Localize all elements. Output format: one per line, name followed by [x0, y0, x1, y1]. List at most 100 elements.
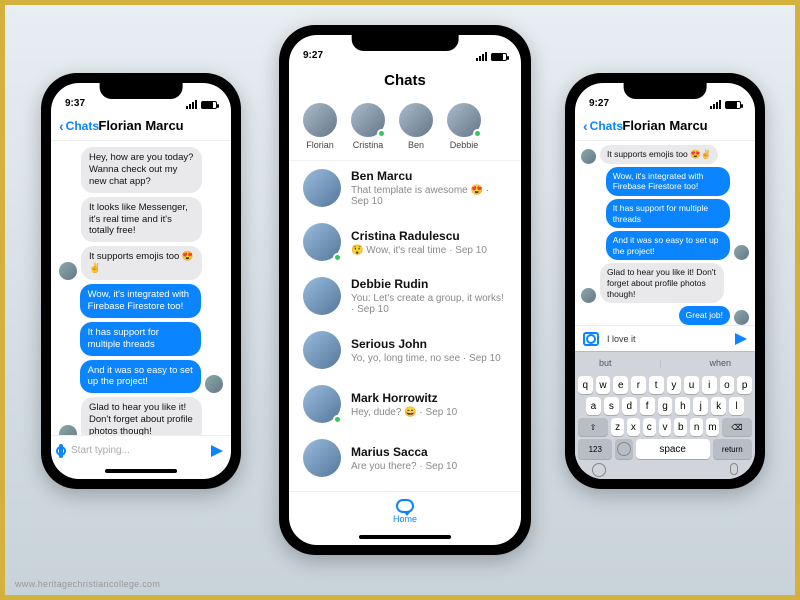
key-x[interactable]: x: [627, 418, 640, 436]
chat-list-item[interactable]: Debbie RudinYou: Let's create a group, i…: [289, 269, 521, 323]
key-q[interactable]: q: [578, 376, 593, 394]
home-indicator: [359, 535, 452, 539]
key-k[interactable]: k: [711, 397, 726, 415]
online-dot-icon: [333, 415, 342, 424]
key-r[interactable]: r: [631, 376, 646, 394]
key-d[interactable]: d: [622, 397, 637, 415]
avatar: [59, 425, 77, 435]
key-w[interactable]: w: [596, 376, 611, 394]
key-l[interactable]: l: [729, 397, 744, 415]
chat-title: Florian Marcu: [98, 118, 183, 133]
emoji-icon: [617, 442, 631, 456]
key-z[interactable]: z: [611, 418, 624, 436]
stories-row[interactable]: Florian Cristina Ben Debbie: [289, 97, 521, 161]
avatar: [447, 103, 481, 137]
message-list[interactable]: Hey, how are you today? Wanna check out …: [51, 141, 231, 435]
message-bubble[interactable]: Wow, it's integrated with Firebase Fires…: [606, 167, 730, 196]
message-bubble[interactable]: Hey, how are you today? Wanna check out …: [81, 147, 202, 193]
key-t[interactable]: t: [649, 376, 664, 394]
message-bubble[interactable]: It has support for multiple threads: [80, 322, 201, 356]
key-h[interactable]: h: [675, 397, 690, 415]
key-p[interactable]: p: [737, 376, 752, 394]
battery-icon: [201, 101, 217, 109]
chat-list-item[interactable]: Marius SaccaAre you there? · Sep 10: [289, 431, 521, 485]
chat-list-item[interactable]: Mark HorrowitzHey, dude? 😄 · Sep 10: [289, 377, 521, 431]
avatar: [581, 288, 596, 303]
message-input[interactable]: [71, 445, 203, 456]
key-e[interactable]: e: [613, 376, 628, 394]
key-s[interactable]: s: [604, 397, 619, 415]
message-input[interactable]: [607, 334, 727, 344]
message-bubble[interactable]: It looks like Messenger, it's real time …: [81, 197, 202, 243]
avatar: [734, 310, 749, 325]
emoji-icon[interactable]: [592, 463, 606, 477]
chats-list[interactable]: Ben MarcuThat template is awesome 😍 · Se…: [289, 161, 521, 491]
nav-header: Chats: [289, 63, 521, 97]
story-item[interactable]: Cristina: [351, 103, 385, 150]
story-item[interactable]: Ben: [399, 103, 433, 150]
key-v[interactable]: v: [659, 418, 672, 436]
back-button[interactable]: ‹ Chats: [59, 119, 99, 133]
avatar: [351, 103, 385, 137]
key-c[interactable]: c: [643, 418, 656, 436]
key-o[interactable]: o: [720, 376, 735, 394]
clock: 9:37: [65, 98, 85, 109]
key-i[interactable]: i: [702, 376, 717, 394]
story-name: Debbie: [450, 140, 479, 150]
suggestion[interactable]: when: [710, 358, 732, 368]
avatar: [581, 149, 596, 164]
online-dot-icon: [473, 129, 482, 138]
avatar: [303, 385, 341, 423]
avatar: [303, 223, 341, 261]
message-bubble[interactable]: Wow, it's integrated with Firebase Fires…: [80, 284, 201, 318]
message-row: Wow, it's integrated with Firebase Fires…: [59, 284, 223, 318]
clock: 9:27: [589, 98, 609, 109]
message-bubble[interactable]: It has support for multiple threads: [606, 199, 730, 228]
chat-list-item[interactable]: Ben MarcuThat template is awesome 😍 · Se…: [289, 161, 521, 215]
chat-list-item[interactable]: Cristina Radulescu😲 Wow, it's real time …: [289, 215, 521, 269]
camera-icon[interactable]: [583, 332, 599, 346]
tab-bar: Home: [289, 491, 521, 531]
message-bubble[interactable]: Great job!: [679, 306, 730, 325]
return-key[interactable]: return: [713, 439, 752, 459]
numbers-key[interactable]: 123: [578, 439, 612, 459]
chat-list-item[interactable]: Serious JohnYo, yo, long time, no see · …: [289, 323, 521, 377]
story-item[interactable]: Debbie: [447, 103, 481, 150]
send-button[interactable]: [211, 445, 223, 457]
suggestion[interactable]: but: [599, 358, 612, 368]
key-y[interactable]: y: [667, 376, 682, 394]
message-bubble[interactable]: It supports emojis too 😍✌️: [600, 145, 718, 164]
message-bubble[interactable]: It supports emojis too 😍✌️: [81, 246, 202, 280]
shift-key[interactable]: ⇧: [578, 418, 608, 436]
send-button[interactable]: [735, 333, 747, 345]
keyboard: qwertyuiop asdfghjkl ⇧ zxcvbnm ⌫ 123 spa…: [575, 373, 755, 479]
key-u[interactable]: u: [684, 376, 699, 394]
story-item[interactable]: Florian: [303, 103, 337, 150]
chat-preview: You: Let's create a group, it works! · S…: [351, 293, 507, 315]
message-bubble[interactable]: And it was so easy to set up the project…: [80, 360, 201, 394]
nav-header: ‹ Chats Florian Marcu: [51, 111, 231, 141]
camera-icon[interactable]: [59, 444, 63, 458]
chat-bubble-icon: [396, 499, 414, 513]
message-bubble[interactable]: And it was so easy to set up the project…: [606, 231, 730, 260]
key-m[interactable]: m: [706, 418, 719, 436]
message-bubble[interactable]: Glad to hear you like it! Don't forget a…: [600, 263, 724, 303]
phone-middle: 9:27 Chats FlorianCristinaBenDebbie Ben …: [279, 25, 531, 555]
message-row: Glad to hear you like it! Don't forget a…: [59, 397, 223, 435]
key-j[interactable]: j: [693, 397, 708, 415]
mic-icon[interactable]: [730, 463, 738, 475]
key-a[interactable]: a: [586, 397, 601, 415]
key-f[interactable]: f: [640, 397, 655, 415]
back-button[interactable]: ‹ Chats: [583, 119, 623, 133]
message-list[interactable]: It supports emojis too 😍✌️ Wow, it's inte…: [575, 141, 755, 325]
emoji-key[interactable]: [615, 439, 632, 459]
key-g[interactable]: g: [658, 397, 673, 415]
backspace-key[interactable]: ⌫: [722, 418, 752, 436]
phone-left: 9:37 ‹ Chats Florian Marcu Hey, how are …: [41, 73, 241, 489]
key-n[interactable]: n: [690, 418, 703, 436]
key-b[interactable]: b: [674, 418, 687, 436]
battery-icon: [491, 53, 507, 61]
space-key[interactable]: space: [636, 439, 710, 459]
message-bubble[interactable]: Glad to hear you like it! Don't forget a…: [81, 397, 202, 435]
tab-home[interactable]: Home: [393, 499, 417, 524]
